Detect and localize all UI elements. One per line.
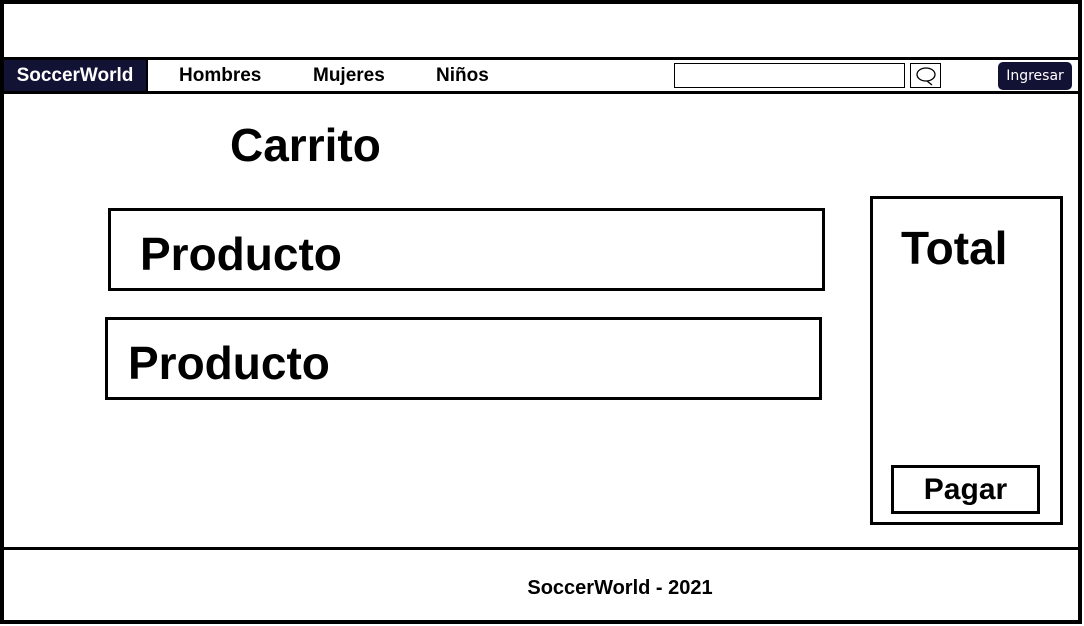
search-input[interactable] [674,63,905,88]
cart-product-1[interactable]: Producto [108,208,825,291]
product-label: Producto [128,337,330,389]
brand-logo[interactable]: SoccerWorld [4,60,148,91]
product-label: Producto [140,228,342,280]
nav-link-mujeres[interactable]: Mujeres [313,60,385,91]
page-title: Carrito [230,119,381,171]
cart-product-2[interactable]: Producto [105,317,822,400]
order-summary-panel: Total Pagar [870,196,1063,525]
search-icon [915,66,936,86]
footer-text: SoccerWorld - 2021 [527,577,713,599]
nav-link-ninos[interactable]: Niños [436,60,489,91]
login-button[interactable]: Ingresar [998,62,1072,90]
search-button[interactable] [910,63,941,88]
top-navbar: SoccerWorld Hombres Mujeres Niños Ingres… [4,57,1078,94]
total-label: Total [901,222,1008,274]
nav-link-hombres[interactable]: Hombres [179,60,261,91]
pay-button[interactable]: Pagar [891,465,1040,514]
footer-divider [4,547,1078,550]
